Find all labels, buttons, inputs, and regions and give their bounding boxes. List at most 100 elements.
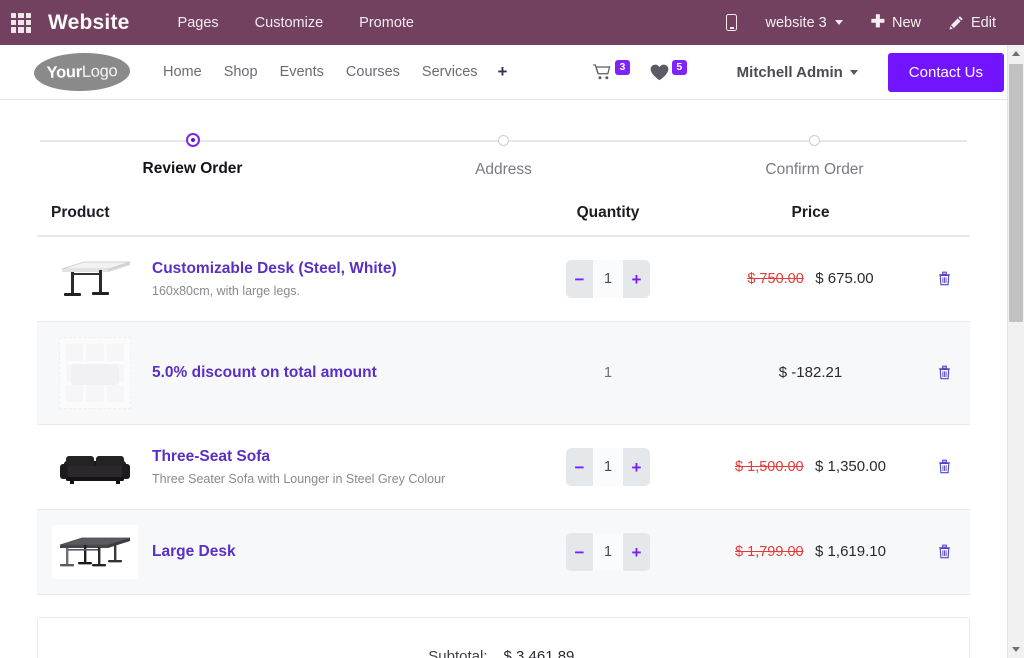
- delete-line-button[interactable]: [934, 361, 955, 384]
- product-info: 5.0% discount on total amount: [152, 363, 377, 383]
- product-name-link[interactable]: 5.0% discount on total amount: [152, 363, 377, 383]
- user-menu[interactable]: Mitchell Admin: [725, 58, 870, 87]
- nav-item-shop[interactable]: Shop: [213, 58, 269, 86]
- order-line-actions-cell: [918, 425, 970, 510]
- wishlist-button[interactable]: 5: [640, 60, 697, 85]
- nav-item-services[interactable]: Services: [411, 58, 489, 86]
- order-line-actions-cell: [918, 322, 970, 425]
- step-address[interactable]: Address: [348, 132, 659, 179]
- menu-item-pages[interactable]: Pages: [160, 9, 237, 37]
- contact-us-button[interactable]: Contact Us: [888, 53, 1004, 92]
- product-description: Three Seater Sofa with Lounger in Steel …: [152, 471, 445, 487]
- site-logo[interactable]: YourLogo: [34, 52, 131, 92]
- totals-row-subtotal: Subtotal: $ 3,461.89: [38, 648, 969, 658]
- heart-icon: [650, 64, 669, 81]
- column-header-product: Product: [37, 196, 513, 236]
- mobile-phone-icon: [726, 14, 737, 31]
- menu-item-promote[interactable]: Promote: [341, 9, 432, 37]
- order-line-quantity-cell: − +: [513, 510, 703, 595]
- product-name-link[interactable]: Large Desk: [152, 542, 236, 562]
- step-confirm-order[interactable]: Confirm Order: [659, 132, 970, 179]
- delete-line-button[interactable]: [934, 267, 955, 290]
- trash-icon: [938, 274, 951, 289]
- app-name[interactable]: Website: [48, 11, 130, 35]
- product-thumbnail-large-desk[interactable]: [52, 525, 138, 579]
- product-thumbnail-sofa[interactable]: [52, 440, 138, 494]
- quantity-decrement-button[interactable]: −: [566, 533, 593, 571]
- pencil-icon: [949, 15, 964, 30]
- price-original: $ 1,500.00: [735, 459, 804, 475]
- delete-line-button[interactable]: [934, 540, 955, 563]
- price-original: $ 750.00: [747, 271, 803, 287]
- quantity-input[interactable]: [593, 533, 623, 571]
- edit-button[interactable]: Edit: [935, 9, 1010, 37]
- website-selector[interactable]: website 3: [751, 9, 856, 37]
- step-dot-active-icon: [188, 135, 198, 145]
- new-button[interactable]: ✚ New: [857, 8, 935, 37]
- totals-label: Subtotal:: [314, 648, 504, 658]
- checkout-stepper: Review Order Address Confirm Order: [37, 132, 970, 190]
- quantity-input[interactable]: [593, 260, 623, 298]
- menu-item-customize[interactable]: Customize: [237, 9, 342, 37]
- site-navigation: Home Shop Events Courses Services +: [152, 56, 516, 88]
- nav-item-courses[interactable]: Courses: [335, 58, 411, 86]
- delete-line-button[interactable]: [934, 455, 955, 478]
- order-line-product-cell: Large Desk: [37, 510, 513, 595]
- table-row: Three-Seat Sofa Three Seater Sofa with L…: [37, 425, 970, 510]
- price-original: $ 1,799.00: [735, 544, 804, 560]
- apps-grid-icon[interactable]: [8, 10, 34, 36]
- odoo-systray: website 3 ✚ New Edit: [712, 8, 1010, 37]
- step-review-order[interactable]: Review Order: [37, 132, 348, 179]
- order-line-quantity-cell: − +: [513, 425, 703, 510]
- trash-icon: [938, 462, 951, 477]
- price-final: $ 1,350.00: [815, 458, 886, 475]
- quantity-increment-button[interactable]: +: [623, 260, 650, 298]
- nav-item-events[interactable]: Events: [269, 58, 335, 86]
- price-final: $ 675.00: [815, 270, 873, 287]
- mobile-preview-button[interactable]: [712, 8, 751, 37]
- nav-add-page-icon[interactable]: +: [489, 56, 517, 88]
- step-label: Review Order: [37, 160, 348, 178]
- quantity-increment-button[interactable]: +: [623, 448, 650, 486]
- nav-item-home[interactable]: Home: [152, 58, 213, 86]
- scroll-down-arrow-icon[interactable]: [1008, 641, 1024, 658]
- step-dot-icon: [809, 135, 820, 146]
- product-thumbnail-white-desk[interactable]: [52, 252, 138, 306]
- step-label: Address: [348, 161, 659, 179]
- order-line-actions-cell: [918, 236, 970, 322]
- price-final: $ 1,619.10: [815, 543, 886, 560]
- user-menu-label: Mitchell Admin: [737, 64, 843, 81]
- quantity-decrement-button[interactable]: −: [566, 260, 593, 298]
- site-logo-text: YourLogo: [46, 62, 117, 83]
- cart-count-badge: 3: [615, 60, 630, 75]
- cart-button[interactable]: 3: [583, 60, 640, 85]
- quantity-input[interactable]: [593, 448, 623, 486]
- product-info: Customizable Desk (Steel, White) 160x80c…: [152, 259, 397, 299]
- product-name-link[interactable]: Customizable Desk (Steel, White): [152, 259, 397, 279]
- image-placeholder-icon: [59, 337, 131, 409]
- product-name-link[interactable]: Three-Seat Sofa: [152, 447, 445, 467]
- column-header-price: Price: [703, 196, 918, 236]
- scroll-up-arrow-icon[interactable]: [1008, 45, 1024, 62]
- scrollbar-thumb[interactable]: [1009, 64, 1023, 322]
- order-totals-card: Subtotal: $ 3,461.89 Taxes: $ 0.00: [37, 617, 970, 658]
- edit-button-label: Edit: [971, 15, 996, 31]
- site-logo-light: Logo: [82, 62, 118, 81]
- order-line-product-cell: 5.0% discount on total amount: [37, 322, 513, 425]
- order-line-price-cell: $ 1,799.00 $ 1,619.10: [703, 510, 918, 595]
- step-label: Confirm Order: [659, 161, 970, 179]
- order-line-product-cell: Three-Seat Sofa Three Seater Sofa with L…: [37, 425, 513, 510]
- price-final: $ -182.21: [779, 364, 842, 381]
- checkout-container: Review Order Address Confirm Order: [37, 132, 970, 658]
- header-right-tools: 3 5 Mitchell Admin Contact Us: [583, 53, 1004, 92]
- vertical-scrollbar[interactable]: [1007, 45, 1024, 658]
- odoo-menubar: Pages Customize Promote: [160, 9, 432, 37]
- product-description: 160x80cm, with large legs.: [152, 283, 397, 299]
- column-header-actions: [918, 196, 970, 236]
- order-table-head: Product Quantity Price: [37, 196, 970, 236]
- product-info: Three-Seat Sofa Three Seater Sofa with L…: [152, 447, 445, 487]
- quantity-decrement-button[interactable]: −: [566, 448, 593, 486]
- browser-viewport: Website Pages Customize Promote website …: [0, 0, 1024, 658]
- quantity-increment-button[interactable]: +: [623, 533, 650, 571]
- quantity-stepper: − +: [566, 448, 650, 486]
